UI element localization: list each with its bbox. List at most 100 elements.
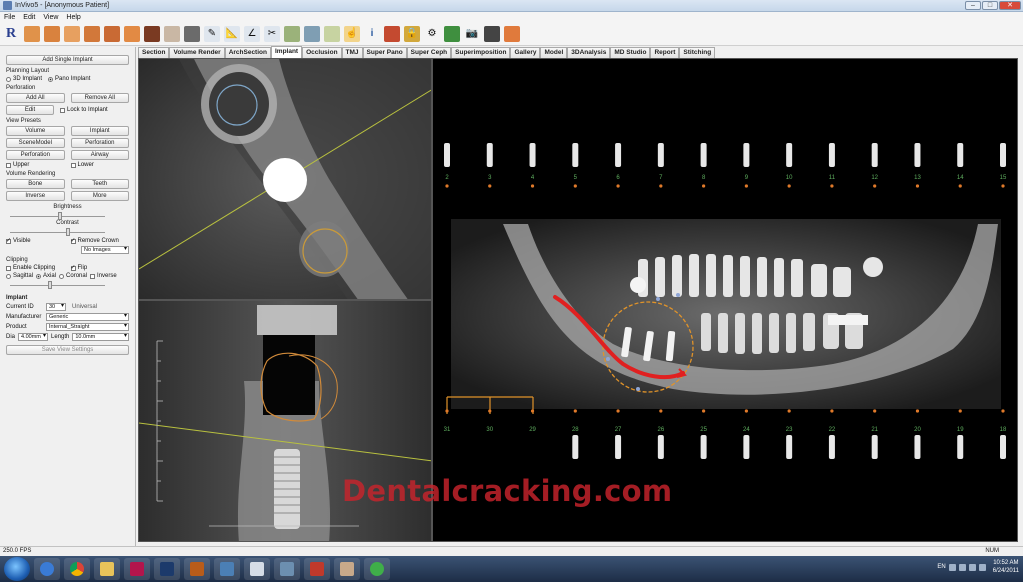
bone-button[interactable]: Bone xyxy=(6,179,65,189)
tab-section[interactable]: Section xyxy=(138,47,170,58)
teeth-button[interactable]: Teeth xyxy=(70,179,129,189)
volume-preset-button[interactable]: Volume xyxy=(6,126,65,136)
axial-view[interactable] xyxy=(138,58,432,300)
clipping-slider[interactable] xyxy=(6,281,129,289)
more-button[interactable]: More xyxy=(70,191,129,201)
gear-icon[interactable]: ⚙ xyxy=(424,26,440,42)
enable-clipping-checkbox[interactable]: Enable Clipping xyxy=(6,265,65,271)
tab-super-ceph[interactable]: Super Ceph xyxy=(406,47,452,58)
mask-icon[interactable] xyxy=(144,25,160,42)
taskbar-app[interactable] xyxy=(214,558,240,580)
minimize-button[interactable]: – xyxy=(965,1,981,10)
images-dropdown[interactable]: No Images xyxy=(81,246,129,254)
upper-tooth-marker[interactable]: 14 xyxy=(957,143,964,188)
brightness-slider[interactable] xyxy=(6,212,129,220)
implant-preset-button[interactable]: Implant xyxy=(70,126,129,136)
tab-model[interactable]: Model xyxy=(540,47,568,58)
info-icon[interactable]: i xyxy=(364,26,380,42)
manufacturer-dropdown[interactable]: Generic xyxy=(46,313,129,321)
lock-icon[interactable]: 🔒 xyxy=(404,25,420,42)
tooth-icon[interactable] xyxy=(64,25,80,42)
tab-implant[interactable]: Implant xyxy=(270,46,303,58)
inverse-button[interactable]: Inverse xyxy=(6,191,65,201)
upper-tooth-marker[interactable]: 12 xyxy=(871,143,879,188)
upper-tooth-marker[interactable]: 13 xyxy=(914,143,921,188)
clock[interactable]: 10:52 AM 6/24/2011 xyxy=(993,559,1019,575)
perforation-preset-button-2[interactable]: Perforation xyxy=(6,150,65,160)
taskbar-indesign[interactable] xyxy=(124,558,150,580)
pen-icon[interactable] xyxy=(444,25,460,42)
taskbar-app[interactable] xyxy=(364,558,390,580)
pencil-icon[interactable]: ✎ xyxy=(204,25,220,42)
menu-file[interactable]: File xyxy=(4,14,15,21)
taskbar-app[interactable] xyxy=(244,558,270,580)
current-id-dropdown[interactable]: 30 xyxy=(46,303,66,311)
airway-button[interactable]: Airway xyxy=(70,150,129,160)
camera-icon[interactable]: 📷 xyxy=(464,26,480,42)
flip-checkbox[interactable]: Flip xyxy=(70,264,130,271)
tooth-icon[interactable] xyxy=(124,25,140,42)
tooth-icon[interactable] xyxy=(104,25,120,42)
remove-crown-checkbox[interactable]: Remove Crown xyxy=(70,237,130,244)
start-button[interactable] xyxy=(4,557,30,581)
volume-icon[interactable] xyxy=(978,563,986,571)
tooth-icon[interactable] xyxy=(24,25,40,42)
taskbar-invivo[interactable] xyxy=(334,558,360,580)
tab-md-studio[interactable]: MD Studio xyxy=(610,47,651,58)
panoramic-view[interactable]: 2 3 4 5 6 7 8 9 10 11 12 13 14 15 31 30 29 28 27 26 25 24 23 2… xyxy=(432,58,1018,542)
head-icon[interactable] xyxy=(184,25,200,42)
taskbar-chrome[interactable] xyxy=(64,558,90,580)
tab-superimposition[interactable]: Superimposition xyxy=(451,47,511,58)
upper-tooth-marker[interactable]: 11 xyxy=(829,143,836,188)
hand-icon[interactable]: ☝ xyxy=(344,25,360,42)
add-single-implant-button[interactable]: Add Single Implant xyxy=(6,55,129,65)
skull-icon[interactable] xyxy=(164,25,180,42)
scene-model-button[interactable]: SceneModel xyxy=(6,138,65,148)
tab-tmj[interactable]: TMJ xyxy=(341,47,363,58)
tab-gallery[interactable]: Gallery xyxy=(510,47,541,58)
taskbar-photoshop[interactable] xyxy=(154,558,180,580)
tooth-icon[interactable] xyxy=(44,25,60,42)
axial-radio[interactable]: Axial xyxy=(36,273,56,279)
menu-help[interactable]: Help xyxy=(66,14,80,21)
menu-edit[interactable]: Edit xyxy=(23,14,35,21)
product-dropdown[interactable]: Internal_Straight xyxy=(46,323,129,331)
inverse-checkbox[interactable]: Inverse xyxy=(90,273,117,279)
tab-stitching[interactable]: Stitching xyxy=(679,47,716,58)
network-icon[interactable] xyxy=(968,563,976,571)
upper-tooth-marker[interactable]: 15 xyxy=(1000,143,1007,188)
menu-view[interactable]: View xyxy=(43,14,58,21)
taskbar-ie[interactable] xyxy=(34,558,60,580)
tray-icon[interactable] xyxy=(958,563,966,571)
coronal-radio[interactable]: Coronal xyxy=(59,273,87,279)
grid-icon[interactable] xyxy=(284,25,300,42)
tab-occlusion[interactable]: Occlusion xyxy=(302,47,342,58)
maximize-button[interactable]: □ xyxy=(982,1,998,10)
visible-checkbox[interactable]: Visible xyxy=(6,237,65,244)
tab-volume-render[interactable]: Volume Render xyxy=(169,47,225,58)
add-all-button[interactable]: Add All xyxy=(6,93,65,103)
taskbar-app[interactable] xyxy=(304,558,330,580)
tray-icon[interactable] xyxy=(948,563,956,571)
binoculars-icon[interactable] xyxy=(484,25,500,42)
upper-tooth-marker[interactable]: 10 xyxy=(786,143,793,188)
tab-report[interactable]: Report xyxy=(650,47,680,58)
taskbar-illustrator[interactable] xyxy=(184,558,210,580)
taskbar-explorer[interactable] xyxy=(94,558,120,580)
edit-button[interactable]: Edit xyxy=(6,105,54,115)
lower-checkbox[interactable]: Lower xyxy=(70,162,130,168)
layers-icon[interactable] xyxy=(384,25,400,42)
layers-icon[interactable] xyxy=(304,25,320,42)
grid-icon[interactable] xyxy=(324,25,340,42)
tooth-icon[interactable] xyxy=(84,25,100,42)
language-indicator[interactable]: EN xyxy=(937,564,945,570)
tab-archsection[interactable]: ArchSection xyxy=(224,47,271,58)
taskbar-app[interactable] xyxy=(274,558,300,580)
perforation-preset-button[interactable]: Perforation xyxy=(70,138,129,148)
angle-icon[interactable]: ∠ xyxy=(244,25,260,42)
close-button[interactable]: ✕ xyxy=(999,1,1021,10)
trophy-icon[interactable] xyxy=(504,25,520,42)
layout-pano-radio[interactable]: Pano Implant xyxy=(48,76,90,82)
tab-super-pano[interactable]: Super Pano xyxy=(362,47,407,58)
implant-cross-section[interactable] xyxy=(263,158,307,202)
